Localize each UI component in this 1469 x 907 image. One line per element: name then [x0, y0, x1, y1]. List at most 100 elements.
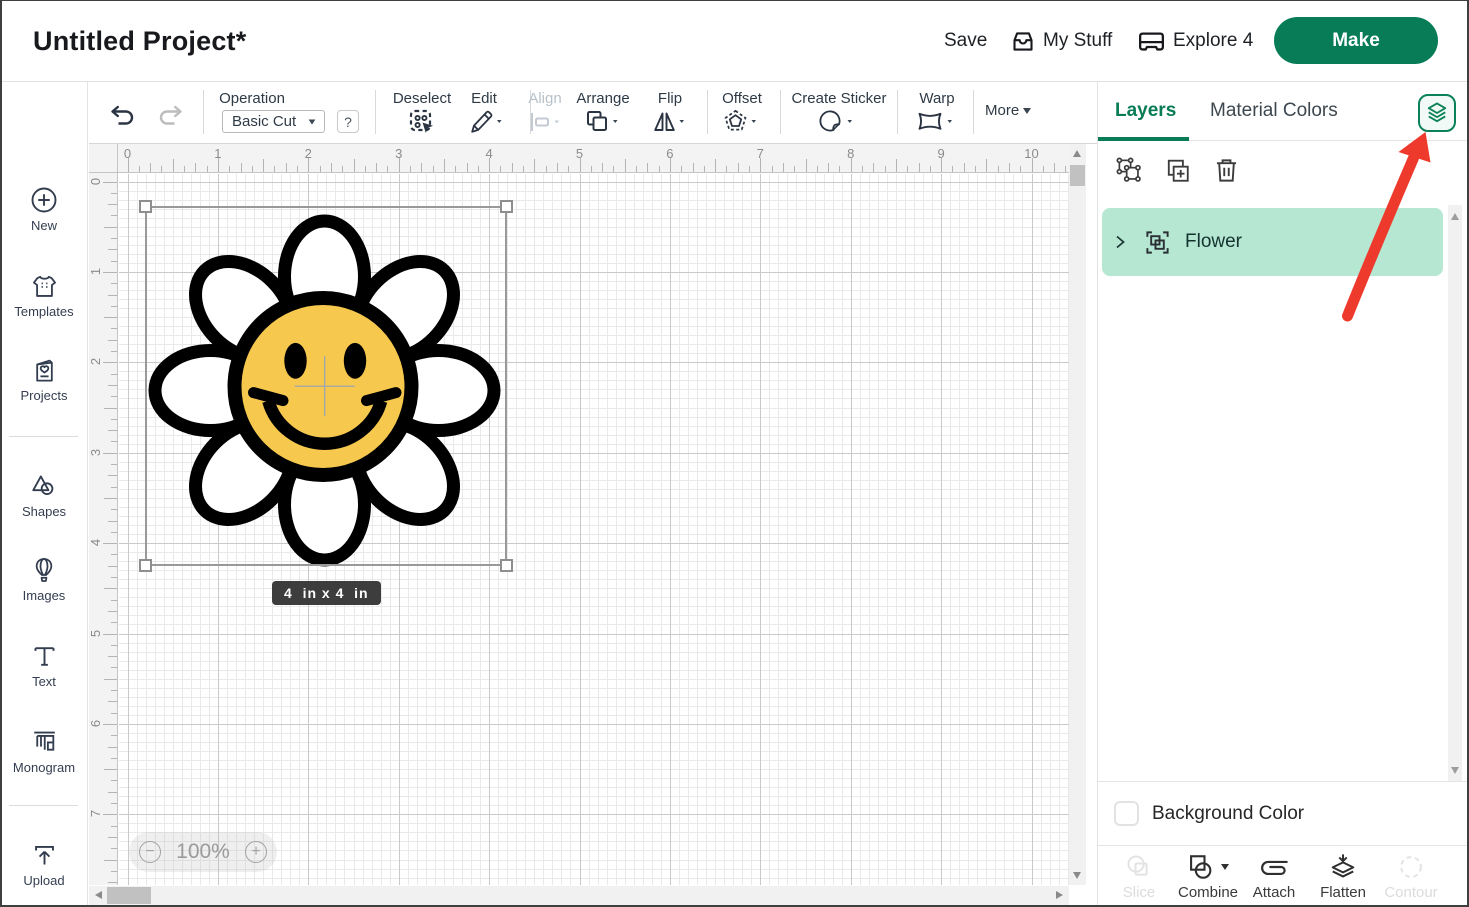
warp-button[interactable] [917, 109, 957, 135]
combine-button[interactable]: Combine [1176, 853, 1240, 901]
flip-button[interactable] [652, 109, 688, 135]
sidebar-item-upload[interactable]: Upload [0, 842, 88, 888]
group-icon [1144, 229, 1171, 256]
upload-icon [31, 842, 58, 869]
horizontal-scroll-thumb[interactable] [107, 887, 151, 904]
slice-icon [1125, 853, 1153, 881]
redo-button[interactable] [157, 105, 183, 125]
ruler-tick [659, 166, 660, 172]
panel-scroll-up-arrow[interactable] [1451, 213, 1459, 220]
edit-label: Edit [471, 90, 497, 107]
ruler-tick [104, 408, 117, 409]
ruler-tick [647, 163, 648, 172]
sidebar-item-monogram[interactable]: Monogram [0, 727, 88, 775]
background-color-checkbox[interactable] [1114, 801, 1139, 826]
sidebar-item-projects[interactable]: Projects [0, 357, 88, 403]
ruler-tick [297, 166, 298, 172]
tab-layers[interactable]: Layers [1115, 100, 1176, 122]
ruler-tick [1032, 158, 1033, 172]
tab-material-colors[interactable]: Material Colors [1210, 100, 1338, 122]
panel-tabs: Layers Material Colors [1098, 82, 1467, 141]
ruler-tick [108, 249, 117, 250]
scroll-left-arrow[interactable] [95, 891, 102, 899]
ruler-tick [704, 166, 705, 172]
panel-scroll-down-arrow[interactable] [1451, 767, 1459, 774]
undo-button[interactable] [110, 105, 136, 125]
zoom-level: 100% [176, 840, 230, 864]
resize-handle-se[interactable] [500, 559, 513, 572]
ruler-tick [613, 166, 614, 172]
background-color-label: Background Color [1152, 803, 1304, 825]
my-stuff-button[interactable]: My Stuff [1012, 0, 1112, 82]
scroll-down-arrow[interactable] [1073, 872, 1081, 879]
attach-button[interactable]: Attach [1242, 853, 1306, 901]
ruler-tick [111, 690, 117, 691]
canvas-area[interactable]: 012345678910 01234567 4 in x 4 in − 100% [89, 144, 1097, 905]
arrange-button[interactable] [585, 109, 621, 135]
ruler-tick [104, 227, 117, 228]
make-button[interactable]: Make [1274, 17, 1438, 64]
ungroup-icon[interactable] [1116, 157, 1143, 184]
trash-icon[interactable] [1213, 157, 1240, 184]
layers-visibility-button[interactable] [1418, 94, 1456, 132]
operation-help-button[interactable]: ? [337, 110, 359, 133]
zoom-out-button[interactable]: − [139, 841, 161, 863]
ruler-tick [557, 163, 558, 172]
ruler-tick [410, 166, 411, 172]
ruler-tick [111, 351, 117, 352]
warp-icon [917, 109, 957, 135]
ruler-tick [111, 848, 117, 849]
resize-handle-sw[interactable] [139, 559, 152, 572]
ruler-tick [478, 166, 479, 172]
ruler-tick [885, 166, 886, 172]
ruler-tick [399, 158, 400, 172]
flatten-label: Flatten [1320, 884, 1366, 901]
ruler-tick [964, 163, 965, 172]
zoom-in-button[interactable]: + [245, 841, 267, 863]
panel-scrollbar[interactable] [1448, 205, 1462, 782]
ruler-tick [104, 679, 117, 680]
offset-button[interactable] [724, 109, 760, 135]
ruler-tick [108, 837, 117, 838]
more-button[interactable]: More [985, 102, 1031, 119]
tshirt-icon [31, 273, 58, 300]
ruler-tick [467, 163, 468, 172]
ruler-tick [108, 340, 117, 341]
sidebar-item-text[interactable]: Text [0, 643, 88, 689]
sidebar-item-shapes[interactable]: Shapes [0, 472, 88, 519]
combine-icon-group [1187, 853, 1229, 881]
ruler-tick [693, 163, 694, 172]
resize-handle-nw[interactable] [139, 200, 152, 213]
edit-button[interactable] [469, 109, 505, 135]
save-button[interactable]: Save [944, 0, 987, 82]
ruler-tick [580, 158, 581, 172]
flatten-button[interactable]: Flatten [1311, 853, 1375, 901]
operation-select[interactable]: Basic Cut [222, 110, 325, 133]
align-icon [528, 109, 562, 135]
sidebar-item-new[interactable]: New [0, 186, 88, 233]
resize-handle-ne[interactable] [500, 200, 513, 213]
scroll-up-arrow[interactable] [1073, 150, 1081, 157]
hot-air-balloon-icon [30, 556, 58, 584]
toolbar-divider [203, 90, 204, 134]
sidebar-item-templates[interactable]: Templates [0, 273, 88, 319]
create-sticker-button[interactable] [818, 109, 856, 135]
layer-row-flower[interactable]: Flower [1102, 208, 1443, 276]
explore-machine-button[interactable]: Explore 4 [1139, 0, 1253, 82]
duplicate-icon[interactable] [1165, 158, 1191, 184]
deselect-button[interactable] [409, 109, 435, 135]
scroll-right-arrow[interactable] [1056, 891, 1063, 899]
ruler-tick [760, 158, 761, 172]
canvas-horizontal-scrollbar[interactable] [89, 886, 1069, 905]
chevron-right-icon[interactable] [1114, 235, 1126, 249]
canvas-vertical-scrollbar[interactable] [1069, 144, 1086, 885]
ruler-tick [108, 295, 117, 296]
sidebar-item-images[interactable]: Images [0, 556, 88, 603]
page-title: Untitled Project* [33, 26, 246, 57]
ruler-tick [828, 163, 829, 172]
vertical-scroll-thumb[interactable] [1070, 165, 1085, 186]
selection-box[interactable] [145, 206, 507, 566]
inbox-tray-icon [1012, 32, 1034, 51]
ruler-tick [512, 163, 513, 172]
sidebar-label: New [31, 218, 57, 233]
